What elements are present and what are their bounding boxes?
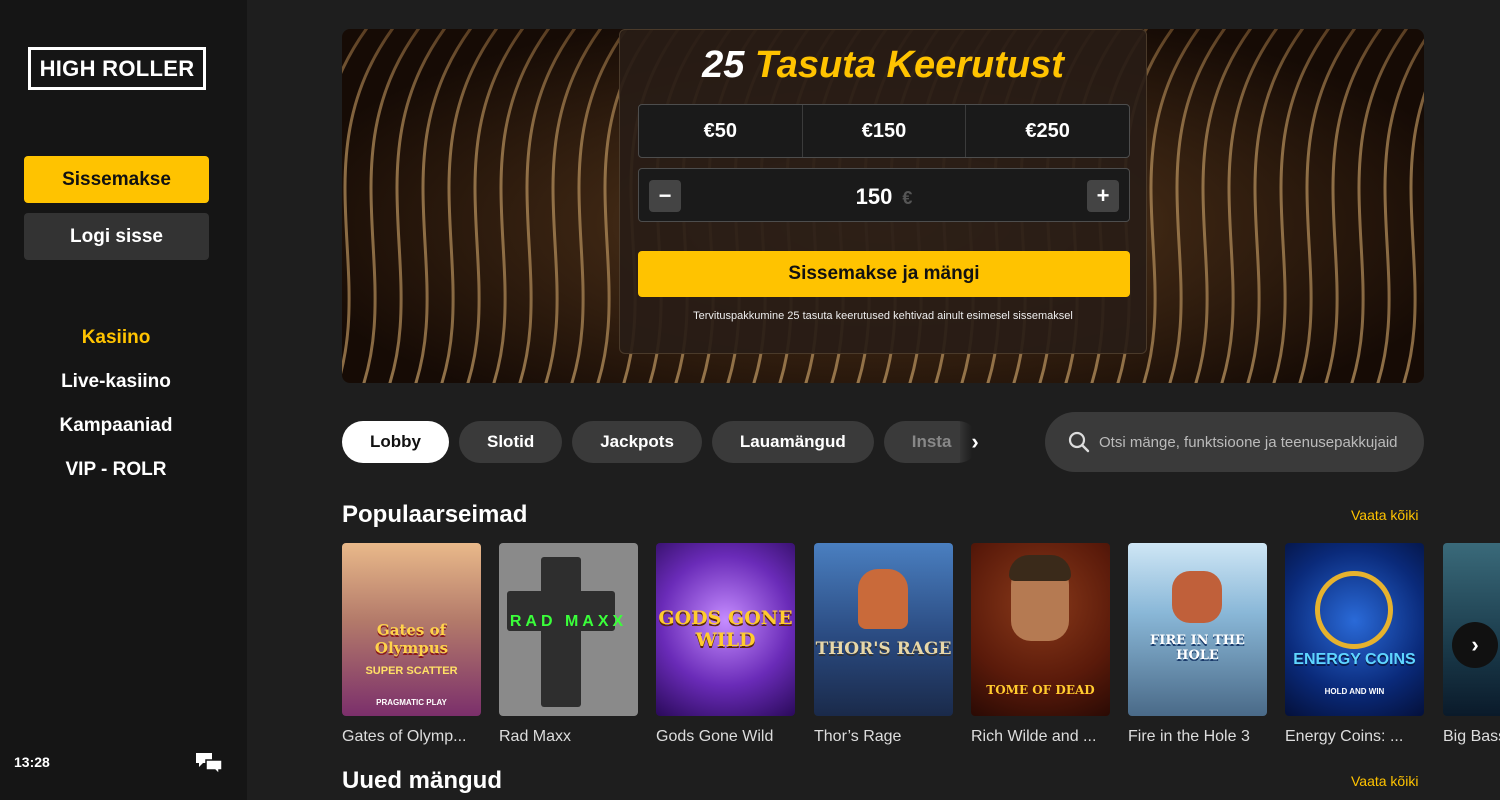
nav-item-casino[interactable]: Kasiino — [82, 316, 151, 360]
search-bar[interactable] — [1045, 412, 1424, 472]
amount-currency: € — [902, 188, 913, 208]
tile-subtitle: SUPER SCATTER — [365, 665, 458, 677]
login-button[interactable]: Logi sisse — [24, 213, 209, 260]
section-title-new-games: Uued mängud — [342, 767, 502, 794]
section-title-popular: Populaarseimad — [342, 501, 528, 528]
tab-jackpots[interactable]: Jackpots — [572, 421, 702, 463]
game-label: Fire in the Hole 3 — [1128, 728, 1250, 745]
deposit-promo-panel: 25 Tasuta Keerutust €50 €150 €250 − 150 €… — [619, 29, 1147, 354]
tab-slots[interactable]: Slotid — [459, 421, 563, 463]
logo[interactable]: HIGH ROLLER — [28, 47, 206, 90]
promo-title-text: Tasuta Keerutust — [754, 44, 1064, 86]
tile-title: Gates of Olympus — [374, 621, 449, 657]
hero-banner: 25 Tasuta Keerutust €50 €150 €250 − 150 €… — [342, 29, 1424, 383]
game-tile-gods-gone-wild[interactable]: GODS GONE WILD — [656, 543, 795, 716]
tile-title: GODS GONE WILD — [658, 607, 793, 651]
game-tile-thors-rage[interactable]: THOR'S RAGE — [814, 543, 953, 716]
promo-terms: Tervituspakkumine 25 tasuta keerutused k… — [693, 310, 1073, 322]
tile-subtitle: HOLD AND WIN — [1324, 687, 1385, 696]
game-label: Gates of Olymp... — [342, 728, 467, 745]
amount-number: 150 — [855, 184, 893, 209]
hero-streak — [1402, 91, 1424, 383]
see-all-new-games-link[interactable]: Vaata kõiki — [1351, 773, 1418, 789]
game-tile-rich-wilde[interactable]: TOME OF DEAD — [971, 543, 1110, 716]
nav-item-vip[interactable]: VIP - ROLR — [66, 448, 167, 492]
search-icon — [1068, 431, 1090, 453]
tile-provider: PRAGMATIC PLAY — [376, 698, 447, 707]
tab-table-games[interactable]: Lauamängud — [711, 421, 874, 463]
game-card[interactable]: RAD MAXX Rad Maxx — [499, 543, 638, 746]
tab-lobby[interactable]: Lobby — [342, 421, 449, 463]
game-card[interactable]: TOME OF DEAD Rich Wilde and ... — [971, 543, 1110, 746]
amount-value[interactable]: 150 € — [639, 184, 1129, 210]
deposit-amount-options: €50 €150 €250 — [638, 104, 1130, 158]
game-label: Rad Maxx — [499, 728, 572, 745]
game-card[interactable]: GODS GONE WILD Gods Gone Wild — [656, 543, 795, 746]
carousel-next-button[interactable]: › — [1452, 622, 1498, 668]
amount-stepper: − 150 € + — [638, 168, 1130, 222]
game-tile-energy-coins[interactable]: ENERGY COINS HOLD AND WIN — [1285, 543, 1424, 716]
sidebar-nav: Kasiino Live-kasiino Kampaaniad VIP - RO… — [0, 316, 232, 492]
nav-item-campaigns[interactable]: Kampaaniad — [60, 404, 173, 448]
game-card[interactable]: Gates of Olympus SUPER SCATTER PRAGMATIC… — [342, 543, 481, 746]
game-label: Rich Wilde and ... — [971, 728, 1097, 745]
game-card[interactable]: ENERGY COINS HOLD AND WIN Energy Coins: … — [1285, 543, 1424, 746]
amount-option-250[interactable]: €250 — [966, 105, 1129, 157]
game-card[interactable]: THOR'S RAGE Thor’s Rage — [814, 543, 953, 746]
promo-title-number: 25 — [702, 44, 745, 86]
tile-title: THOR'S RAGE — [815, 639, 952, 659]
chat-bubbles-icon[interactable] — [194, 751, 224, 775]
clock: 13:28 — [14, 754, 50, 770]
search-input[interactable] — [1099, 433, 1409, 451]
tile-title: TOME OF DEAD — [986, 683, 1095, 697]
popular-games-carousel: Gates of Olympus SUPER SCATTER PRAGMATIC… — [342, 543, 1500, 753]
increase-button[interactable]: + — [1087, 180, 1119, 212]
nav-item-live-casino[interactable]: Live-kasiino — [61, 360, 171, 404]
game-label: Energy Coins: ... — [1285, 728, 1404, 745]
deposit-and-play-button[interactable]: Sissemakse ja mängi — [638, 251, 1130, 297]
game-label: Gods Gone Wild — [656, 728, 774, 745]
main-content: 25 Tasuta Keerutust €50 €150 €250 − 150 €… — [247, 0, 1500, 800]
amount-option-50[interactable]: €50 — [639, 105, 803, 157]
tile-title: FIRE IN THE HOLE — [1150, 633, 1245, 663]
game-tile-gates-of-olympus[interactable]: Gates of Olympus SUPER SCATTER PRAGMATIC… — [342, 543, 481, 716]
tile-title: RAD MAXX — [509, 613, 628, 630]
see-all-popular-link[interactable]: Vaata kõiki — [1351, 507, 1418, 523]
promo-title: 25 Tasuta Keerutust — [620, 44, 1146, 87]
amount-option-150[interactable]: €150 — [803, 105, 967, 157]
chevron-right-icon[interactable]: › — [960, 421, 990, 463]
sidebar: HIGH ROLLER Sissemakse Logi sisse Kasiin… — [0, 0, 247, 800]
category-tabs: Lobby Slotid Jackpots Lauamängud Insta — [342, 421, 992, 463]
tile-title: ENERGY COINS — [1293, 651, 1416, 668]
game-card[interactable]: FIRE IN THE HOLE Fire in the Hole 3 — [1128, 543, 1267, 746]
deposit-button[interactable]: Sissemakse — [24, 156, 209, 203]
game-tile-rad-maxx[interactable]: RAD MAXX — [499, 543, 638, 716]
game-label: Thor’s Rage — [814, 728, 902, 745]
game-tile-fire-in-the-hole-3[interactable]: FIRE IN THE HOLE — [1128, 543, 1267, 716]
chevron-right-icon: › — [1471, 632, 1479, 657]
hero-streak — [1420, 29, 1424, 383]
game-label: Big Bass — [1443, 728, 1500, 745]
